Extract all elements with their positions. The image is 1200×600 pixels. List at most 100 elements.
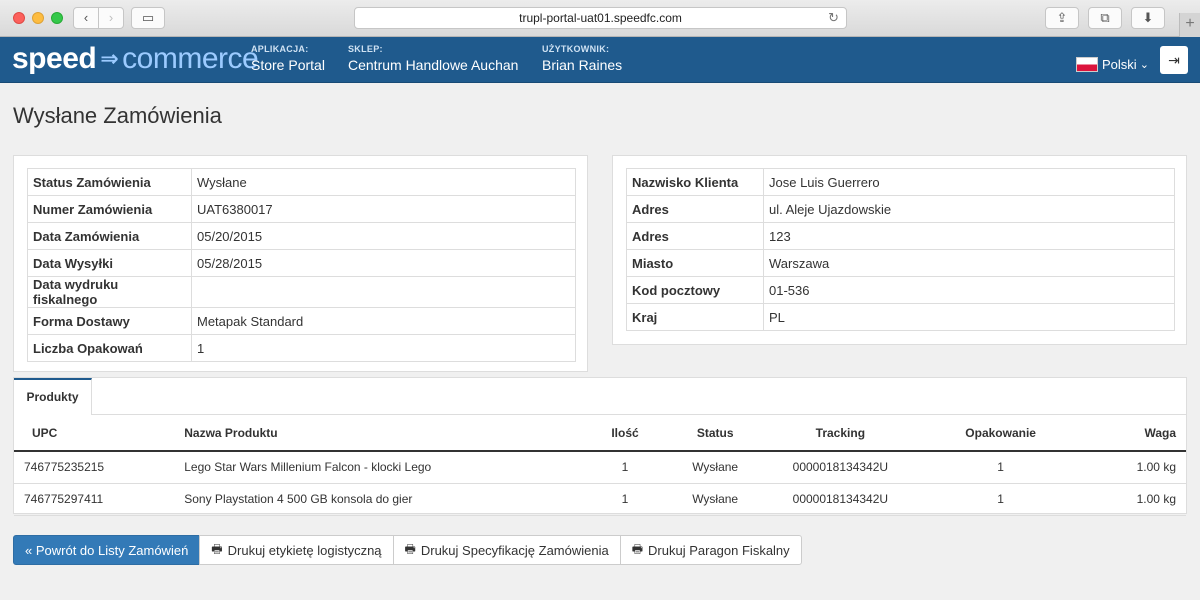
action-buttons: « Powrót do Listy Zamówień 🖶 Drukuj etyk… xyxy=(13,535,802,565)
page-title: Wysłane Zamówienia xyxy=(13,103,222,128)
customer-details-table: Nazwisko Klienta Jose Luis Guerrero Adres u… xyxy=(626,168,1175,331)
products-tabbar: Produkty xyxy=(14,378,1186,415)
table-cell: 0000018134342U xyxy=(765,451,916,484)
language-selector[interactable]: Polski ⌄ xyxy=(1076,57,1149,72)
history-nav: ‹ › xyxy=(73,7,124,29)
application-info: APLIKACJA: Store Portal xyxy=(251,44,325,73)
field-value: 05/20/2015 xyxy=(191,222,576,250)
chevron-down-icon: ⌄ xyxy=(1139,59,1149,71)
field-value: 05/28/2015 xyxy=(191,249,576,277)
customer-detail-row: Adres 123 xyxy=(626,222,1175,250)
table-cell: 1 xyxy=(584,483,666,516)
speed-commerce-logo[interactable]: speed ⇒ commerce xyxy=(12,41,259,77)
user-info: UŻYTKOWNIK: Brian Raines xyxy=(542,44,622,73)
column-header[interactable]: Nazwa Produktu xyxy=(164,416,585,452)
table-cell: Wysłane xyxy=(665,451,766,484)
table-cell: Lego Star Wars Millenium Falcon - klocki… xyxy=(164,451,585,484)
table-cell: 1 xyxy=(915,451,1086,484)
back-icon[interactable]: ‹ xyxy=(74,8,99,28)
reload-icon[interactable]: ↻ xyxy=(828,8,839,28)
field-label: Kraj xyxy=(626,303,764,331)
print-fiscal-receipt-label: Drukuj Paragon Fiskalny xyxy=(648,542,790,558)
customer-detail-row: Nazwisko Klienta Jose Luis Guerrero xyxy=(626,168,1175,196)
logout-icon: ⇥ xyxy=(1168,51,1180,68)
logo-text-speed: speed xyxy=(12,42,97,75)
column-header[interactable]: Tracking xyxy=(765,416,916,452)
column-header[interactable]: Waga xyxy=(1085,416,1186,452)
address-bar[interactable]: trupl-portal-uat01.speedfc.com ↻ xyxy=(354,7,847,29)
table-row: 746775235215 Lego Star Wars Millenium Fal… xyxy=(14,451,1186,484)
order-detail-row: Data Wysyłki 05/28/2015 xyxy=(27,249,576,277)
order-details-table: Status Zamówienia Wysłane Numer Zamówienia… xyxy=(27,168,576,362)
share-button[interactable]: ⇪ xyxy=(1045,7,1079,29)
forward-icon[interactable]: › xyxy=(99,8,123,28)
store-label: SKLEP: xyxy=(348,44,383,54)
table-cell: 1.00 kg xyxy=(1085,451,1186,484)
browser-toolbar: ‹ › ▭ trupl-portal-uat01.speedfc.com ↻ ⇪… xyxy=(0,0,1200,37)
url-text: trupl-portal-uat01.speedfc.com xyxy=(519,11,682,25)
table-row: 746775297411 Sony Playstation 4 500 GB ko… xyxy=(14,483,1186,516)
field-label: Data Wysyłki xyxy=(27,249,192,277)
field-label: Adres xyxy=(626,195,764,223)
field-label: Forma Dostawy xyxy=(27,307,192,335)
order-detail-row: Liczba Opakowań 1 xyxy=(27,334,576,362)
field-value: UAT6380017 xyxy=(191,195,576,223)
table-cell: Sony Playstation 4 500 GB konsola do gie… xyxy=(164,483,585,516)
tabs-icon: ⧉ xyxy=(1100,10,1110,25)
field-value: Wysłane xyxy=(191,168,576,196)
field-label: Numer Zamówienia xyxy=(27,195,192,223)
user-value: Brian Raines xyxy=(542,57,623,73)
order-details-panel: Status Zamówienia Wysłane Numer Zamówienia… xyxy=(13,155,588,372)
store-value: Centrum Handlowe Auchan xyxy=(348,57,519,73)
new-tab-button[interactable]: + xyxy=(1179,13,1200,37)
products-table: UPC Nazwa Produktu Ilość Status Tracking Opak… xyxy=(14,416,1186,516)
column-header[interactable]: Status xyxy=(665,416,766,452)
products-panel: Produkty UPC Nazwa Produktu Ilość Status Tra… xyxy=(13,377,1187,516)
field-label: Status Zamówienia xyxy=(27,168,192,196)
customer-details-panel: Nazwisko Klienta Jose Luis Guerrero Adres u… xyxy=(612,155,1187,345)
order-detail-row: Forma Dostawy Metapak Standard xyxy=(27,307,576,335)
column-header[interactable]: Ilość xyxy=(584,416,666,452)
table-cell: 0000018134342U xyxy=(765,483,916,516)
sidebar-icon: ▭ xyxy=(141,10,155,25)
print-fiscal-receipt-button[interactable]: 🖶 Drukuj Paragon Fiskalny xyxy=(619,535,802,565)
field-label: Kod pocztowy xyxy=(626,276,764,304)
minimize-window-button[interactable] xyxy=(32,12,44,24)
print-icon: 🖶 xyxy=(404,541,416,556)
tab-overview-button[interactable]: ⧉ xyxy=(1088,7,1122,29)
logo-arrow-icon: ⇒ xyxy=(100,46,119,71)
table-cell: 1.00 kg xyxy=(1085,483,1186,516)
sidebar-toggle-button[interactable]: ▭ xyxy=(131,7,165,29)
close-window-button[interactable] xyxy=(13,12,25,24)
table-cell: 746775297411 xyxy=(14,483,165,516)
app-header: speed ⇒ commerce APLIKACJA: Store Portal… xyxy=(0,37,1200,83)
field-value: PL xyxy=(763,303,1175,331)
order-detail-row: Data wydruku fiskalnego xyxy=(27,276,576,308)
print-order-spec-button[interactable]: 🖶 Drukuj Specyfikację Zamówienia xyxy=(392,535,621,565)
products-header-row: UPC Nazwa Produktu Ilość Status Tracking Opak… xyxy=(14,416,1186,452)
downloads-button[interactable]: ⬇ xyxy=(1131,7,1165,29)
tab-products[interactable]: Produkty xyxy=(14,378,92,415)
column-header[interactable]: Opakowanie xyxy=(915,416,1086,452)
field-value: 01-536 xyxy=(763,276,1175,304)
print-icon: 🖶 xyxy=(211,541,223,556)
back-to-orders-button[interactable]: « Powrót do Listy Zamówień xyxy=(13,535,201,565)
order-detail-row: Data Zamówienia 05/20/2015 xyxy=(27,222,576,250)
field-label: Liczba Opakowań xyxy=(27,334,192,362)
field-label: Nazwisko Klienta xyxy=(626,168,764,196)
print-order-spec-label: Drukuj Specyfikację Zamówienia xyxy=(420,542,609,558)
column-header[interactable]: UPC xyxy=(14,416,165,452)
zoom-window-button[interactable] xyxy=(51,12,63,24)
share-icon: ⇪ xyxy=(1056,10,1068,25)
poland-flag-icon xyxy=(1076,57,1098,72)
application-value: Store Portal xyxy=(251,57,325,73)
logo-text-commerce: commerce xyxy=(122,42,259,75)
logout-button[interactable]: ⇥ xyxy=(1160,46,1188,74)
customer-detail-row: Kraj PL xyxy=(626,303,1175,331)
field-value: Warszawa xyxy=(763,249,1175,277)
field-value: 1 xyxy=(191,334,576,362)
field-value: 123 xyxy=(763,222,1175,250)
field-label: Data Zamówienia xyxy=(27,222,192,250)
print-shipping-label-button[interactable]: 🖶 Drukuj etykietę logistyczną xyxy=(199,535,394,565)
plus-icon: + xyxy=(1185,15,1195,32)
